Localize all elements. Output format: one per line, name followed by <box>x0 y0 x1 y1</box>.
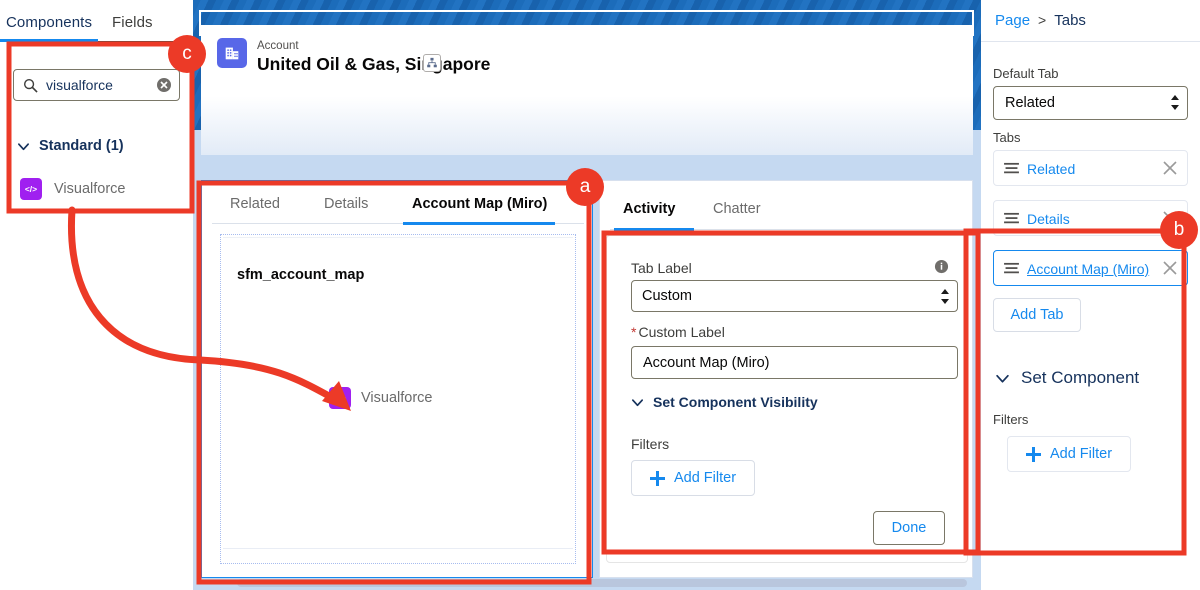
left-panel-tabs: Components Fields <box>0 0 190 42</box>
hierarchy-icon[interactable] <box>423 54 441 72</box>
spinner-down-icon[interactable] <box>1171 105 1179 110</box>
visualforce-icon: </> <box>20 178 42 200</box>
tab-properties-card: Tab Label Custom * Custom Label Account M… <box>606 235 968 563</box>
tab-list-item-details[interactable]: Details <box>993 200 1188 236</box>
drag-handle-icon[interactable] <box>1004 212 1019 225</box>
tab-fields[interactable]: Fields <box>112 14 153 31</box>
add-filter-label: Add Filter <box>1049 446 1113 462</box>
properties-panel: Page > Tabs Default Tab Related Tabs Rel… <box>981 0 1200 590</box>
tab-label-field-label: Tab Label <box>631 260 692 276</box>
canvas-tab-related[interactable]: Related <box>230 196 280 212</box>
component-header-title: sfm_account_map <box>237 267 365 283</box>
custom-label-text: Custom Label <box>638 324 725 340</box>
component-drop-zone[interactable]: sfm_account_map </> Visualforce <box>220 234 576 564</box>
set-component-label: Set Component <box>1021 368 1140 387</box>
canvas-right-active-indicator <box>614 228 694 231</box>
annotation-badge-a: a <box>566 168 604 206</box>
component-search-box[interactable] <box>13 69 180 101</box>
tab-list-item-label: Details <box>1027 211 1070 227</box>
filters-label: Filters <box>993 412 1029 427</box>
spinner-up-icon[interactable] <box>941 289 949 294</box>
canvas-tab-account-map[interactable]: Account Map (Miro) <box>412 196 547 212</box>
tab-list-item-account-map[interactable]: Account Map (Miro) <box>993 250 1188 286</box>
search-input[interactable] <box>44 70 154 100</box>
default-tab-label: Default Tab <box>993 66 1059 81</box>
active-tab-indicator <box>0 39 98 42</box>
lightning-page-canvas: Account United Oil & Gas, Singapore Rela… <box>193 0 981 590</box>
chevron-down-icon <box>996 374 1009 383</box>
filters-label: Filters <box>631 436 670 452</box>
close-icon[interactable] <box>1163 161 1177 175</box>
required-marker: * <box>631 324 637 340</box>
canvas-tab-chatter[interactable]: Chatter <box>713 201 761 217</box>
tabs-section-label: Tabs <box>993 130 1021 145</box>
tab-components[interactable]: Components <box>6 14 92 31</box>
tab-list-item-label: Account Map (Miro) <box>1027 261 1150 277</box>
tab-list-item-related[interactable]: Related <box>993 150 1188 186</box>
breadcrumb: Page > Tabs <box>995 12 1086 29</box>
plus-icon <box>1025 446 1041 462</box>
visualforce-icon: </> <box>329 387 351 409</box>
chevron-down-icon <box>632 398 643 406</box>
canvas-left-region: Related Details Account Map (Miro) sfm_a… <box>201 180 593 578</box>
done-label: Done <box>891 520 927 536</box>
plus-icon <box>649 470 665 486</box>
custom-label-input[interactable]: Account Map (Miro) <box>631 346 958 379</box>
standard-section-label: Standard (1) <box>39 138 124 154</box>
component-list-item-label: Visualforce <box>54 181 126 197</box>
record-title: United Oil & Gas, Singapore <box>257 54 491 74</box>
component-list-item-visualforce[interactable]: </> Visualforce <box>20 178 125 200</box>
custom-label-input-value: Account Map (Miro) <box>643 355 770 371</box>
canvas-tab-activity[interactable]: Activity <box>623 201 675 217</box>
annotation-badge-c: c <box>168 35 206 73</box>
standard-section-header[interactable]: Standard (1) <box>17 138 124 154</box>
breadcrumb-page-link[interactable]: Page <box>995 12 1030 29</box>
canvas-left-tabset: Related Details Account Map (Miro) <box>202 181 592 225</box>
canvas-right-region: Activity Chatter Tab Label Custom * Custo… <box>599 180 973 578</box>
spinner-down-icon[interactable] <box>941 299 949 304</box>
spinner-up-icon[interactable] <box>1171 95 1179 100</box>
search-icon <box>23 78 38 93</box>
clear-icon[interactable] <box>156 77 172 93</box>
add-filter-label: Add Filter <box>673 470 737 486</box>
add-filter-button[interactable]: Add Filter <box>1007 436 1131 472</box>
screenshot-root: Components Fields Standard (1) < <box>0 0 1200 590</box>
set-component-visibility-label: Set Component Visibility <box>653 394 818 410</box>
add-filter-button[interactable]: Add Filter <box>631 460 755 496</box>
close-icon[interactable] <box>1163 261 1177 275</box>
highlights-panel-fade <box>201 25 973 155</box>
record-type-label: Account <box>257 40 299 52</box>
canvas-tab-details[interactable]: Details <box>324 196 368 212</box>
drag-handle-icon[interactable] <box>1004 162 1019 175</box>
account-icon <box>217 38 247 68</box>
chevron-down-icon <box>18 142 29 150</box>
breadcrumb-current: Tabs <box>1054 12 1086 29</box>
tab-label-select[interactable]: Custom <box>631 280 958 312</box>
default-tab-value: Related <box>1005 95 1055 111</box>
components-panel: Components Fields Standard (1) < <box>0 0 190 590</box>
canvas-active-tab-indicator <box>403 222 555 225</box>
set-component-section[interactable]: Set Component <box>995 368 1139 388</box>
right-panel-divider <box>981 41 1200 42</box>
tab-list-item-label: Related <box>1027 161 1076 177</box>
drop-zone-bottom-rule <box>223 548 573 549</box>
canvas-component-visualforce[interactable]: </> Visualforce <box>329 387 432 409</box>
breadcrumb-separator: > <box>1038 12 1047 28</box>
add-tab-button[interactable]: Add Tab <box>993 298 1081 332</box>
annotation-badge-b: b <box>1160 211 1198 249</box>
tab-label-select-value: Custom <box>642 288 692 304</box>
canvas-component-label: Visualforce <box>361 390 433 406</box>
set-component-visibility-section[interactable]: Set Component Visibility <box>631 394 818 410</box>
default-tab-select[interactable]: Related <box>993 86 1188 120</box>
custom-label-field-label: * Custom Label <box>631 324 725 340</box>
add-tab-label: Add Tab <box>1010 307 1064 323</box>
info-icon[interactable] <box>934 259 949 274</box>
drag-handle-icon[interactable] <box>1004 262 1019 275</box>
done-button[interactable]: Done <box>873 511 945 545</box>
canvas-horizontal-scrollbar[interactable] <box>237 579 967 587</box>
